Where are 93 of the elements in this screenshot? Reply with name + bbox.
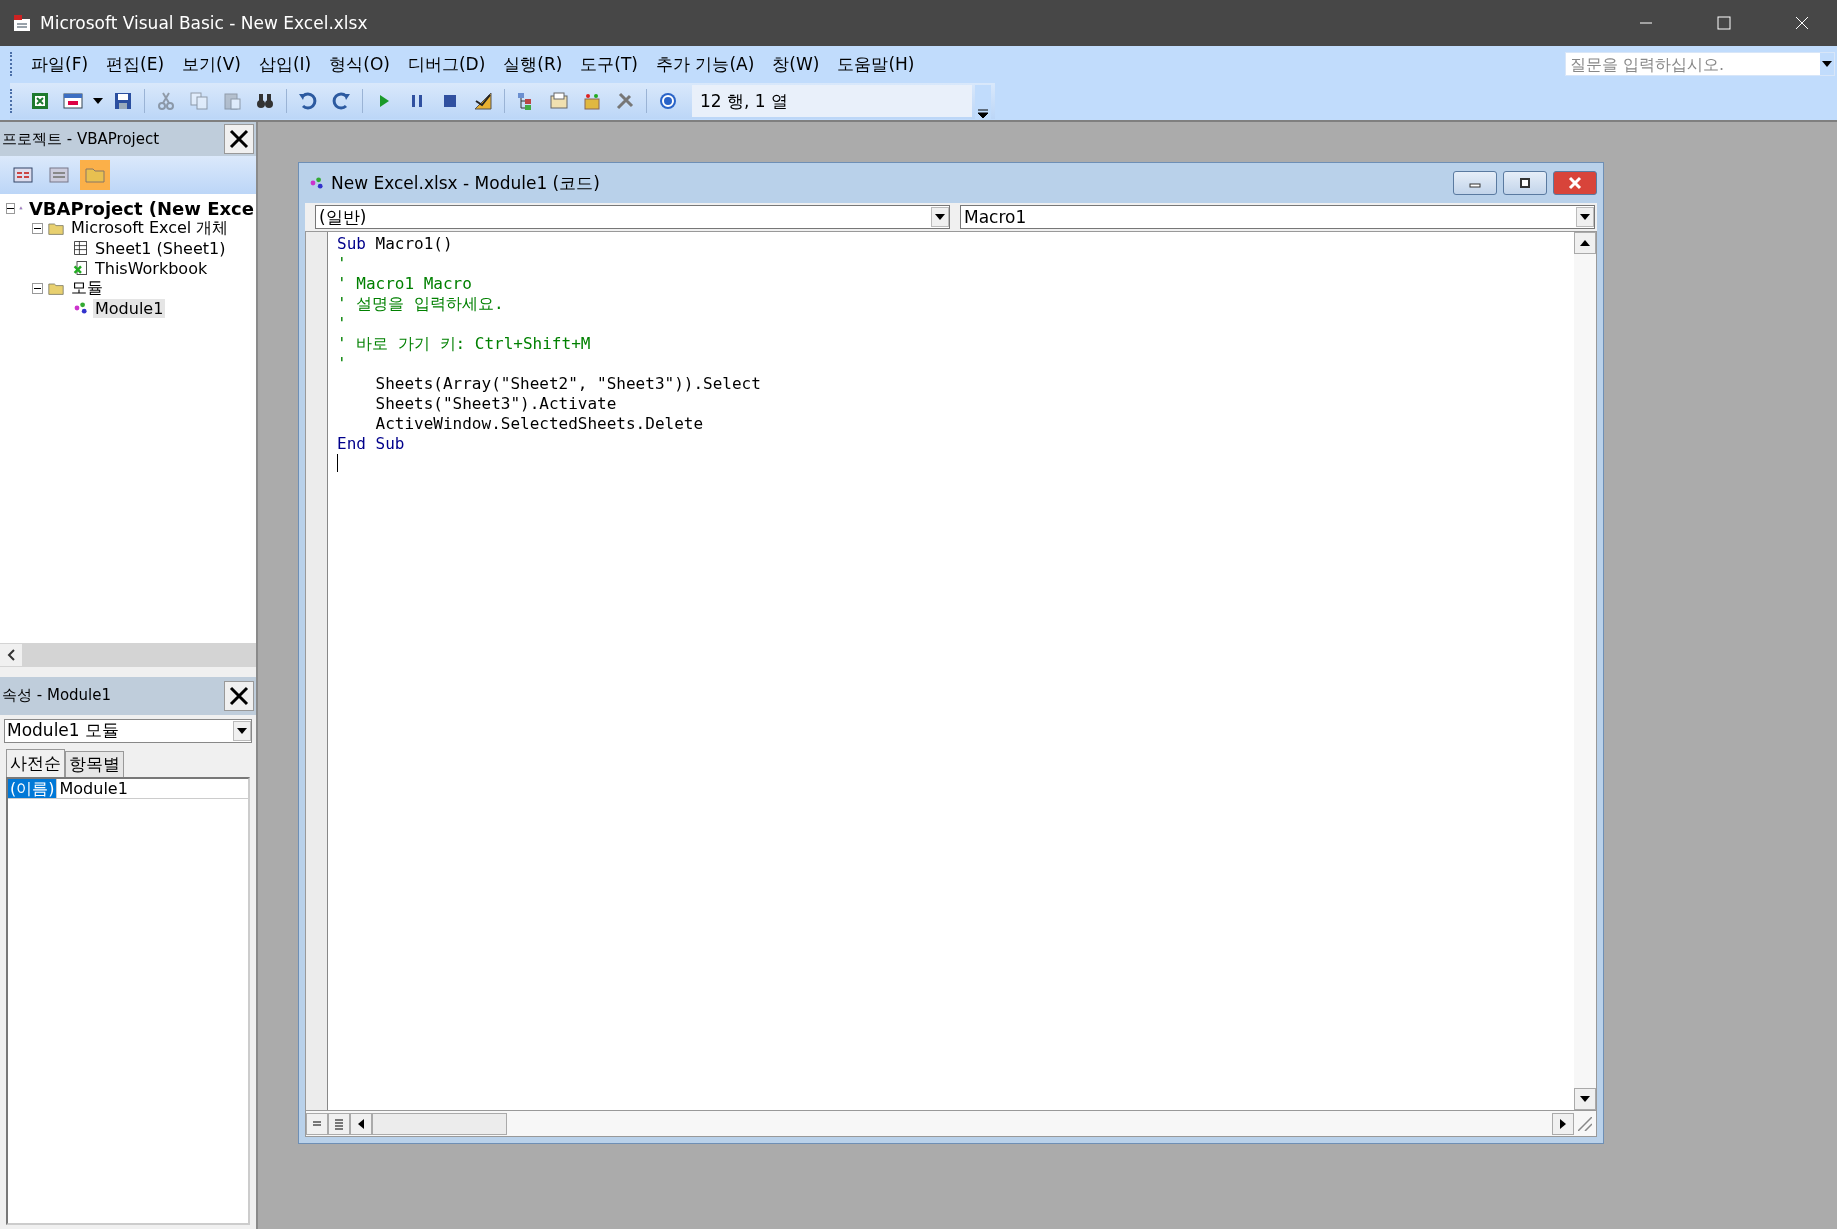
code-text: ' (337, 314, 347, 333)
code-text: ' 바로 가기 키: Ctrl+Shift+M (337, 334, 591, 353)
code-text: End Sub (337, 434, 405, 453)
collapse-toggle[interactable] (32, 222, 43, 234)
code-text: ' (337, 254, 347, 273)
spreadsheet-icon (30, 91, 50, 111)
scroll-down-button[interactable] (1574, 1088, 1596, 1110)
pane-title: 프로젝트 - VBAProject (2, 129, 161, 149)
folder-icon (47, 280, 65, 296)
help-icon (658, 91, 678, 111)
code-text: ' (337, 354, 347, 373)
chevron-left-icon (6, 648, 16, 661)
triangle-ruler-icon (473, 91, 493, 111)
full-module-view-button[interactable] (328, 1112, 350, 1135)
menu-item[interactable]: 보기(V) (173, 50, 250, 78)
caret-icon (93, 98, 103, 104)
menu-item[interactable]: 추가 기능(A) (647, 50, 764, 78)
restore-icon (1519, 177, 1531, 189)
form-icon (63, 91, 83, 111)
menu-item[interactable]: 실행(R) (494, 50, 572, 78)
menu-item[interactable]: 디버그(D) (398, 50, 495, 78)
close-button[interactable] (224, 124, 254, 154)
scroll-left-button[interactable] (350, 1112, 372, 1135)
close-icon (228, 128, 250, 150)
close-icon (1568, 176, 1582, 190)
restore-button[interactable] (1503, 171, 1547, 195)
folder-icon (47, 220, 65, 236)
resize-grip-icon (1578, 1116, 1592, 1131)
view-object-icon (49, 165, 69, 185)
clipboard-icon (222, 91, 242, 111)
lines-icon (333, 1117, 345, 1130)
code-text: Sheets(Array("Sheet2", "Sheet3")).Select (374, 374, 761, 393)
scroll-right-button[interactable] (1552, 1112, 1574, 1135)
text-cursor (337, 454, 338, 472)
code-text: Sheets("Sheet3").Activate (374, 394, 617, 413)
menu-item[interactable]: 파일(F) (22, 50, 98, 78)
menu-item[interactable]: 삽입(I) (249, 50, 321, 78)
code-window-title: New Excel.xlsx - Module1 (코드) (331, 171, 601, 195)
help-search-field[interactable]: 질문을 입력하십시오. (1565, 52, 1835, 76)
window-title: Microsoft Visual Basic - New Excel.xlsx (40, 13, 369, 33)
procedure-select[interactable]: Macro1 (960, 205, 1595, 229)
redo-icon (331, 91, 351, 111)
tools-icon (615, 91, 635, 111)
menu-item[interactable]: 도움말(H) (828, 50, 924, 78)
close-icon (228, 684, 250, 707)
property-name[interactable]: (이름) (8, 778, 58, 798)
code-text: ' 설명을 입력하세요. (337, 294, 504, 313)
scroll-left-button[interactable] (0, 643, 22, 666)
tree-item[interactable]: 모듈 (69, 277, 105, 299)
minimize-button[interactable] (1453, 171, 1497, 195)
pane-title: 속성 - Module1 (2, 686, 113, 705)
tree-item[interactable]: VBAProject (New Exce (26, 197, 256, 219)
module-icon (73, 300, 89, 316)
sheet-icon (73, 240, 89, 256)
toolbar-options-button[interactable] (975, 85, 991, 119)
object-select[interactable]: Module1 모듈 (4, 718, 252, 743)
menu-item[interactable]: 창(W) (763, 50, 829, 78)
workbook-icon (73, 260, 89, 276)
scroll-thumb[interactable] (372, 1112, 507, 1135)
scissors-icon (156, 91, 176, 111)
procedure-view-button[interactable] (306, 1112, 328, 1135)
tree-item[interactable]: ThisWorkbook (93, 258, 210, 278)
app-icon (12, 13, 32, 33)
close-icon (1795, 16, 1809, 30)
card-icon (549, 91, 569, 111)
copy-icon (189, 91, 209, 111)
save-icon (113, 91, 133, 111)
maximize-icon (1717, 16, 1731, 30)
cursor-position: 12 행, 1 열 (692, 85, 972, 117)
code-text: ActiveWindow.SelectedSheets.Delete (374, 414, 704, 433)
scroll-up-button[interactable] (1574, 232, 1596, 254)
folder-icon (85, 165, 105, 185)
menu-item[interactable]: 형식(O) (320, 50, 399, 78)
binoculars-icon (255, 91, 275, 111)
menu-item[interactable]: 편집(E) (97, 50, 174, 78)
tab[interactable]: 사전순 (6, 748, 65, 777)
property-value[interactable]: Module1 (57, 778, 128, 798)
view-code-icon (13, 165, 33, 185)
collapse-toggle[interactable] (6, 202, 15, 214)
undo-icon (298, 91, 318, 111)
tree-item[interactable]: Sheet1 (Sheet1) (93, 238, 228, 258)
code-text: Macro1() (374, 234, 453, 253)
module-icon (309, 175, 325, 191)
menu-item[interactable]: 도구(T) (571, 50, 647, 78)
tab[interactable]: 항목별 (65, 750, 124, 777)
code-text: Sub (337, 234, 366, 253)
object-select[interactable]: (일반) (315, 205, 950, 229)
tree-item[interactable]: Module1 (93, 298, 166, 318)
collapse-toggle[interactable] (32, 282, 43, 294)
close-button[interactable] (224, 680, 254, 711)
chevron-icon (977, 107, 989, 119)
code-text: ' Macro1 Macro (337, 274, 472, 293)
box-icon (582, 91, 602, 111)
